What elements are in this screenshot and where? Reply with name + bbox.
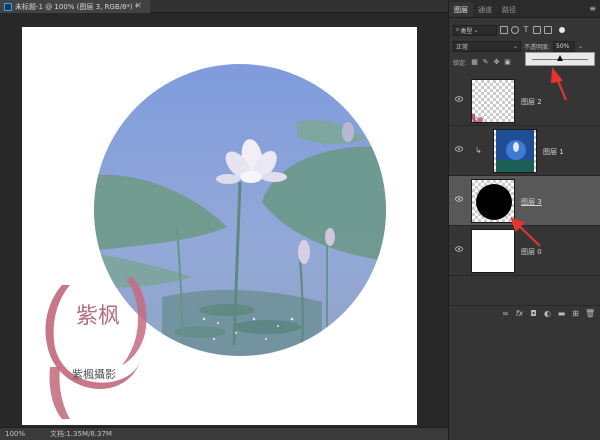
visibility-eye-icon[interactable]	[455, 146, 463, 152]
delete-layer-trash-icon[interactable]: 🗑	[585, 309, 595, 318]
filter-shape-icon[interactable]	[533, 26, 541, 34]
layer-style-fx-icon[interactable]: fx	[515, 309, 524, 318]
lock-position-icon[interactable]: ✥	[493, 58, 500, 66]
layer-row[interactable]: ↳ 图层 1	[449, 126, 600, 176]
blend-mode-label: 正常	[456, 43, 469, 51]
opacity-dropdown-icon[interactable]: ⌄	[578, 43, 583, 50]
new-group-folder-icon[interactable]: ▬	[557, 309, 566, 318]
layer-thumbnail	[471, 179, 515, 223]
layers-panel-footer: ∞ fx ◘ ◐ ▬ ⊞ 🗑	[449, 305, 600, 321]
circle-photo	[94, 64, 386, 356]
filter-kind-select[interactable]: ⌕ 类型 ⌄	[453, 24, 497, 36]
status-bar: 100% 文档:1.35M/8.37M	[0, 427, 448, 440]
layer-row-selected[interactable]: 图层 3	[449, 176, 600, 226]
signature-text: 紫楓攝影	[72, 367, 116, 381]
seal-text: 紫枫	[76, 304, 120, 329]
canvas-area: 紫枫 紫楓攝影	[0, 13, 448, 427]
document-tab[interactable]: 未标题-1 @ 100% (图层 3, RGB/8*) * ×	[0, 0, 150, 13]
visibility-eye-icon[interactable]	[455, 246, 463, 252]
search-icon: ⌕	[456, 26, 460, 33]
canvas-artwork: 紫枫 紫楓攝影	[45, 64, 386, 419]
layer-name[interactable]: 图层 1	[543, 147, 564, 157]
panel-menu-icon[interactable]: ≡	[589, 4, 596, 13]
layers-panel: 图层 通道 路径 ≡ ⌕ 类型 ⌄ T 正常 ⌄ 不透明度: 50% ⌄ 锁定:…	[448, 0, 600, 440]
zoom-level[interactable]: 100%	[0, 430, 36, 438]
visibility-eye-icon[interactable]	[455, 196, 463, 202]
filter-pixel-icon[interactable]	[500, 26, 508, 34]
clipping-mask-arrow-icon: ↳	[475, 146, 482, 155]
layer-thumbnail	[471, 229, 515, 273]
layer-row[interactable]: 图层 2	[449, 76, 600, 126]
layer-thumbnail	[471, 79, 515, 123]
chevron-down-icon: ⌄	[473, 26, 479, 34]
tab-paths[interactable]: 路径	[497, 2, 521, 17]
opacity-input[interactable]: 50%	[553, 40, 576, 52]
filter-smart-object-icon[interactable]	[544, 26, 552, 34]
chevron-down-icon: ⌄	[512, 42, 518, 50]
opacity-slider-thumb[interactable]	[557, 55, 563, 61]
close-tab-icon[interactable]: ×	[134, 1, 142, 11]
lock-all-icon[interactable]: ▣	[504, 58, 511, 66]
layer-thumbnail	[493, 129, 537, 173]
opacity-slider-popup[interactable]	[525, 52, 595, 66]
opacity-label: 不透明度:	[524, 43, 551, 51]
photoshop-document-icon	[4, 2, 12, 11]
add-mask-icon[interactable]: ◘	[529, 309, 538, 318]
layer-filter-row: ⌕ 类型 ⌄ T	[449, 22, 600, 38]
layer-name[interactable]: 图层 3	[521, 197, 542, 207]
document-tab-bar: 未标题-1 @ 100% (图层 3, RGB/8*) * ×	[0, 0, 448, 13]
adjustment-layer-icon[interactable]: ◐	[543, 309, 552, 318]
lock-transparency-icon[interactable]: ▦	[471, 58, 478, 66]
layer-list: 图层 2 ↳ 图层 1 图层 3 图层 0	[449, 76, 600, 276]
tab-layers[interactable]: 图层	[449, 2, 473, 17]
document-size[interactable]: 文档:1.35M/8.37M	[36, 429, 112, 439]
link-layers-icon[interactable]: ∞	[501, 309, 510, 318]
layer-row[interactable]: 图层 0	[449, 226, 600, 276]
lock-brush-icon[interactable]: ✎	[482, 58, 489, 66]
new-layer-icon[interactable]: ⊞	[571, 309, 580, 318]
filter-type-icon[interactable]: T	[522, 26, 530, 34]
layer-name[interactable]: 图层 0	[521, 247, 542, 257]
filter-adjustment-icon[interactable]	[511, 26, 519, 34]
visibility-eye-icon[interactable]	[455, 96, 463, 102]
document-tab-title: 未标题-1 @ 100% (图层 3, RGB/8*) *	[15, 2, 139, 11]
lock-label: 锁定:	[453, 59, 468, 67]
filter-kind-label: 类型	[460, 27, 473, 35]
lock-row: 锁定: ▦ ✎ ✥ ▣	[449, 52, 600, 70]
blend-mode-select[interactable]: 正常 ⌄	[453, 40, 521, 52]
panel-empty-area	[449, 321, 600, 440]
layer-name[interactable]: 图层 2	[521, 97, 542, 107]
filter-toggle[interactable]	[559, 27, 565, 33]
panel-tab-bar: 图层 通道 路径 ≡	[449, 0, 600, 18]
canvas[interactable]: 紫枫 紫楓攝影	[22, 27, 417, 425]
tab-channels[interactable]: 通道	[473, 2, 497, 17]
